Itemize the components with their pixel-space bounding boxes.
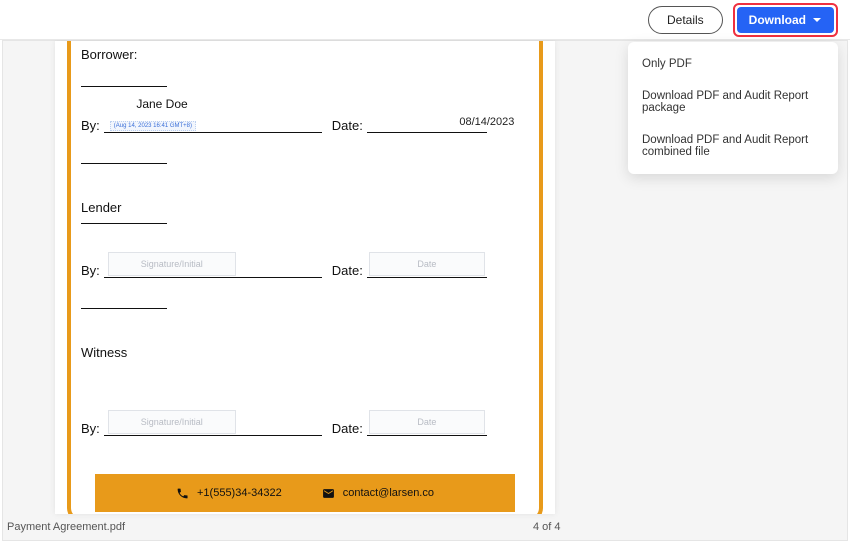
borrower-by-label: By: xyxy=(81,118,100,133)
witness-by-label: By: xyxy=(81,421,100,436)
borrower-date-label: Date: xyxy=(332,118,363,133)
lender-by-row: By: Signature/Initial Date: Date xyxy=(81,258,529,278)
witness-date-placeholder[interactable]: Date xyxy=(369,410,485,434)
download-button-label: Download xyxy=(749,13,806,27)
borrower-signature-line: (Aug 14, 2023 16:41 GMT+8) xyxy=(104,113,322,133)
page-indicator: 4 of 4 xyxy=(533,521,561,533)
borrower-date-line: 08/14/2023 xyxy=(367,113,487,133)
top-toolbar: Details Download xyxy=(0,0,850,40)
phone-icon xyxy=(176,487,189,500)
borrower-printed-name: Jane Doe xyxy=(97,97,227,111)
chevron-down-icon xyxy=(812,15,822,25)
mail-icon xyxy=(322,487,335,500)
witness-date-label: Date: xyxy=(332,421,363,436)
footer-email-value: contact@larsen.co xyxy=(343,487,434,499)
lender-by-label: By: xyxy=(81,263,100,278)
lender-signature-placeholder[interactable]: Signature/Initial xyxy=(108,252,236,276)
borrower-date-value: 08/14/2023 xyxy=(427,116,547,128)
lender-label: Lender xyxy=(81,200,529,215)
witness-by-row: By: Signature/Initial Date: Date xyxy=(81,416,529,436)
page-footer-bar: +1(555)34-34322 contact@larsen.co xyxy=(95,474,515,512)
borrower-extra-line xyxy=(81,163,167,164)
menu-item-only-pdf[interactable]: Only PDF xyxy=(628,48,838,80)
witness-signature-line: Signature/Initial xyxy=(104,416,322,436)
document-info-bar: Payment Agreement.pdf 4 of 4 xyxy=(3,514,847,540)
lender-date-placeholder[interactable]: Date xyxy=(369,252,485,276)
download-button-highlight: Download xyxy=(733,3,838,37)
borrower-by-row: By: (Aug 14, 2023 16:41 GMT+8) Date: 08/… xyxy=(81,113,529,133)
lender-name-line xyxy=(81,223,167,224)
footer-phone-value: +1(555)34-34322 xyxy=(197,487,282,499)
lender-date-line: Date xyxy=(367,258,487,278)
details-button[interactable]: Details xyxy=(648,6,723,34)
witness-label: Witness xyxy=(81,345,529,360)
footer-phone: +1(555)34-34322 xyxy=(176,487,282,500)
lender-signature-line: Signature/Initial xyxy=(104,258,322,278)
lender-extra-line xyxy=(81,308,167,309)
borrower-label: Borrower: xyxy=(81,47,529,62)
footer-email: contact@larsen.co xyxy=(322,487,434,500)
download-button[interactable]: Download xyxy=(737,7,834,33)
menu-item-pdf-audit-package[interactable]: Download PDF and Audit Report package xyxy=(628,80,838,124)
document-page[interactable]: Borrower: Jane Doe By: (Aug 14, 2023 16:… xyxy=(55,41,555,514)
witness-signature-placeholder[interactable]: Signature/Initial xyxy=(108,410,236,434)
document-filename: Payment Agreement.pdf xyxy=(7,521,125,533)
witness-date-line: Date xyxy=(367,416,487,436)
download-menu: Only PDF Download PDF and Audit Report p… xyxy=(628,42,838,174)
page-content: Borrower: Jane Doe By: (Aug 14, 2023 16:… xyxy=(67,41,543,514)
lender-date-label: Date: xyxy=(332,263,363,278)
borrower-name-line xyxy=(81,86,167,87)
menu-item-pdf-audit-combined[interactable]: Download PDF and Audit Report combined f… xyxy=(628,124,838,168)
borrower-signature-stamp: (Aug 14, 2023 16:41 GMT+8) xyxy=(110,121,196,131)
